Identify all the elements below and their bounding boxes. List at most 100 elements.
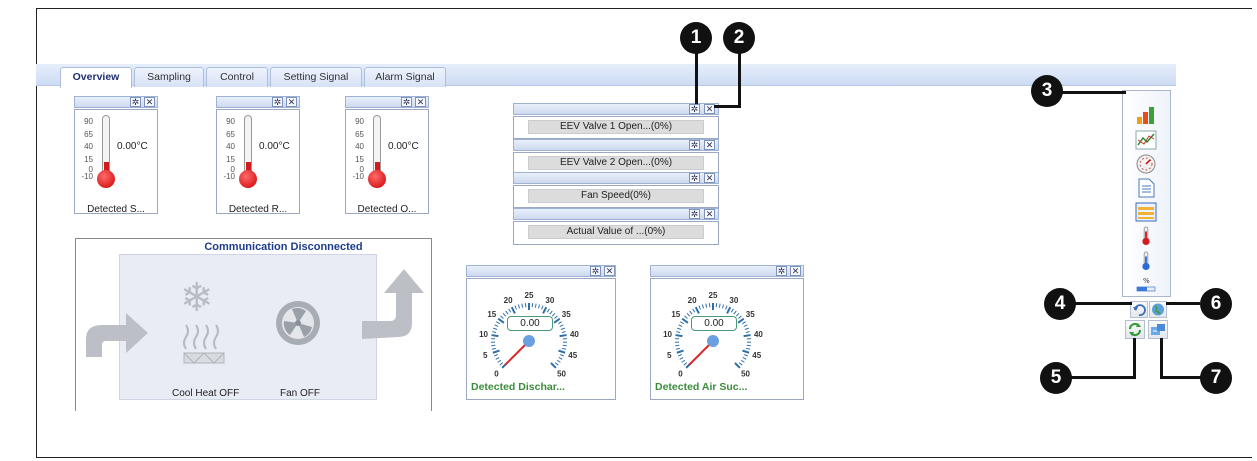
blue-thermometer-icon[interactable] — [1135, 251, 1157, 271]
settings-gear-icon[interactable]: ✲ — [689, 209, 700, 219]
gauge-minor-tick — [549, 310, 553, 315]
callout-2-leader — [714, 105, 741, 108]
callout-1: 1 — [680, 22, 712, 54]
gauge-minor-tick — [676, 331, 681, 334]
red-thermometer-icon[interactable] — [1135, 226, 1157, 246]
tab-sampling[interactable]: Sampling — [134, 67, 204, 87]
thermometer-scale: 90 65 40 15 0 -10 — [81, 117, 93, 181]
gauge-minor-tick — [502, 312, 507, 317]
callout-6: 6 — [1200, 288, 1232, 320]
gauge-tick-label: 15 — [671, 310, 680, 319]
gauge-minor-tick — [684, 315, 688, 319]
gauge-tick-label: 0 — [678, 370, 683, 379]
tab-alarm-signal[interactable]: Alarm Signal — [364, 67, 446, 87]
close-icon[interactable]: ✕ — [604, 266, 615, 276]
widget-header: ✲ ✕ — [513, 103, 719, 115]
globe-button[interactable] — [1149, 301, 1167, 318]
gauge-minor-tick — [554, 362, 559, 366]
export-button[interactable] — [1148, 320, 1168, 339]
bar-panel: EEV Valve 2 Open...(0%) — [513, 152, 719, 174]
gauge-minor-tick — [497, 359, 502, 363]
settings-gear-icon[interactable]: ✲ — [689, 104, 700, 114]
sensor-name: Detected R... — [228, 204, 288, 215]
gauge-panel: 0 5 10 15 20 25 30 35 40 45 50 0.00 Detected Air S… — [650, 278, 804, 400]
gauge-minor-tick — [677, 354, 682, 357]
close-icon[interactable]: ✕ — [415, 97, 426, 107]
gauge-tick-label: 10 — [479, 330, 488, 339]
callout-2-leader — [738, 52, 741, 108]
gauge-tick-label: 35 — [562, 310, 571, 319]
list-icon[interactable] — [1135, 202, 1157, 222]
close-icon[interactable]: ✕ — [144, 97, 155, 107]
settings-gear-icon[interactable]: ✲ — [689, 173, 700, 183]
gauge-minor-tick — [492, 331, 497, 334]
gauge-minor-tick — [738, 362, 743, 366]
globe-icon — [1152, 303, 1164, 316]
gauge-minor-tick — [554, 315, 558, 319]
percent-bar-icon[interactable]: % — [1135, 275, 1157, 295]
callout-1-leader — [695, 52, 698, 104]
tab-bar: Overview Sampling Control Setting Signal… — [36, 64, 1176, 88]
gauge-minor-tick — [508, 308, 512, 313]
gauge-major-tick — [743, 334, 751, 338]
gauge-minor-tick — [701, 304, 704, 309]
close-icon[interactable]: ✕ — [704, 140, 715, 150]
gauge-minor-tick — [562, 344, 567, 347]
bar-label: EEV Valve 1 Open...(0%) — [559, 121, 673, 132]
unit-diagram-graphic: ❄ — [180, 275, 320, 364]
bar-panel: Fan Speed(0%) — [513, 185, 719, 208]
gauge-tick-label: 15 — [487, 310, 496, 319]
gauge-minor-tick — [725, 305, 728, 310]
widget-header: ✲ ✕ — [466, 265, 616, 277]
gauge-minor-tick — [689, 310, 693, 315]
heater-base-icon — [183, 352, 225, 364]
tab-overview[interactable]: Overview — [60, 67, 132, 88]
refresh-button[interactable] — [1125, 320, 1145, 339]
gauge-icon[interactable] — [1135, 154, 1157, 174]
thermometer-bulb-icon — [97, 170, 115, 188]
callout-5-leader — [1133, 338, 1136, 378]
gauge-major-tick — [542, 306, 548, 314]
gauge-minor-tick — [744, 354, 749, 357]
gauge-minor-tick — [678, 324, 683, 327]
bar-chart-icon[interactable] — [1135, 105, 1157, 125]
gauge-minor-tick — [495, 356, 500, 360]
close-icon[interactable]: ✕ — [790, 266, 801, 276]
settings-gear-icon[interactable]: ✲ — [130, 97, 141, 107]
gauge-minor-tick — [491, 344, 496, 347]
tab-setting-signal[interactable]: Setting Signal — [270, 67, 362, 87]
gauge-minor-tick — [681, 359, 686, 363]
close-icon[interactable]: ✕ — [286, 97, 297, 107]
close-icon[interactable]: ✕ — [704, 173, 715, 183]
gauge-minor-tick — [541, 305, 544, 310]
gauge-hub — [707, 335, 719, 347]
gauge-tick-label: 40 — [754, 330, 763, 339]
settings-gear-icon[interactable]: ✲ — [689, 140, 700, 150]
tab-control[interactable]: Control — [206, 67, 268, 87]
undo-button[interactable] — [1130, 301, 1148, 318]
gauge-major-tick — [676, 349, 684, 354]
close-icon[interactable]: ✕ — [704, 209, 715, 219]
gauge-minor-tick — [558, 321, 562, 325]
settings-gear-icon[interactable]: ✲ — [776, 266, 787, 276]
widget-header: ✲ ✕ — [513, 139, 719, 151]
gauge-minor-tick — [692, 308, 696, 313]
gauge-minor-tick — [500, 315, 504, 319]
gauge-minor-tick — [493, 327, 498, 330]
gauge-minor-tick — [562, 347, 567, 350]
temperature-value: 0.00°C — [117, 141, 148, 152]
gauge-minor-tick — [538, 304, 541, 309]
settings-gear-icon[interactable]: ✲ — [401, 97, 412, 107]
gauge-minor-tick — [680, 321, 684, 325]
widget-header: ✲ ✕ — [216, 96, 300, 108]
settings-gear-icon[interactable]: ✲ — [272, 97, 283, 107]
line-chart-icon[interactable] — [1135, 130, 1157, 150]
settings-gear-icon[interactable]: ✲ — [590, 266, 601, 276]
gauge-minor-tick — [560, 327, 565, 330]
gauge-major-tick — [497, 317, 505, 324]
gauge-minor-tick — [686, 312, 691, 317]
sensor-name: Detected O... — [357, 204, 417, 215]
gauge-minor-tick — [499, 362, 504, 366]
gauge-minor-tick — [744, 327, 749, 330]
document-icon[interactable] — [1135, 178, 1157, 198]
